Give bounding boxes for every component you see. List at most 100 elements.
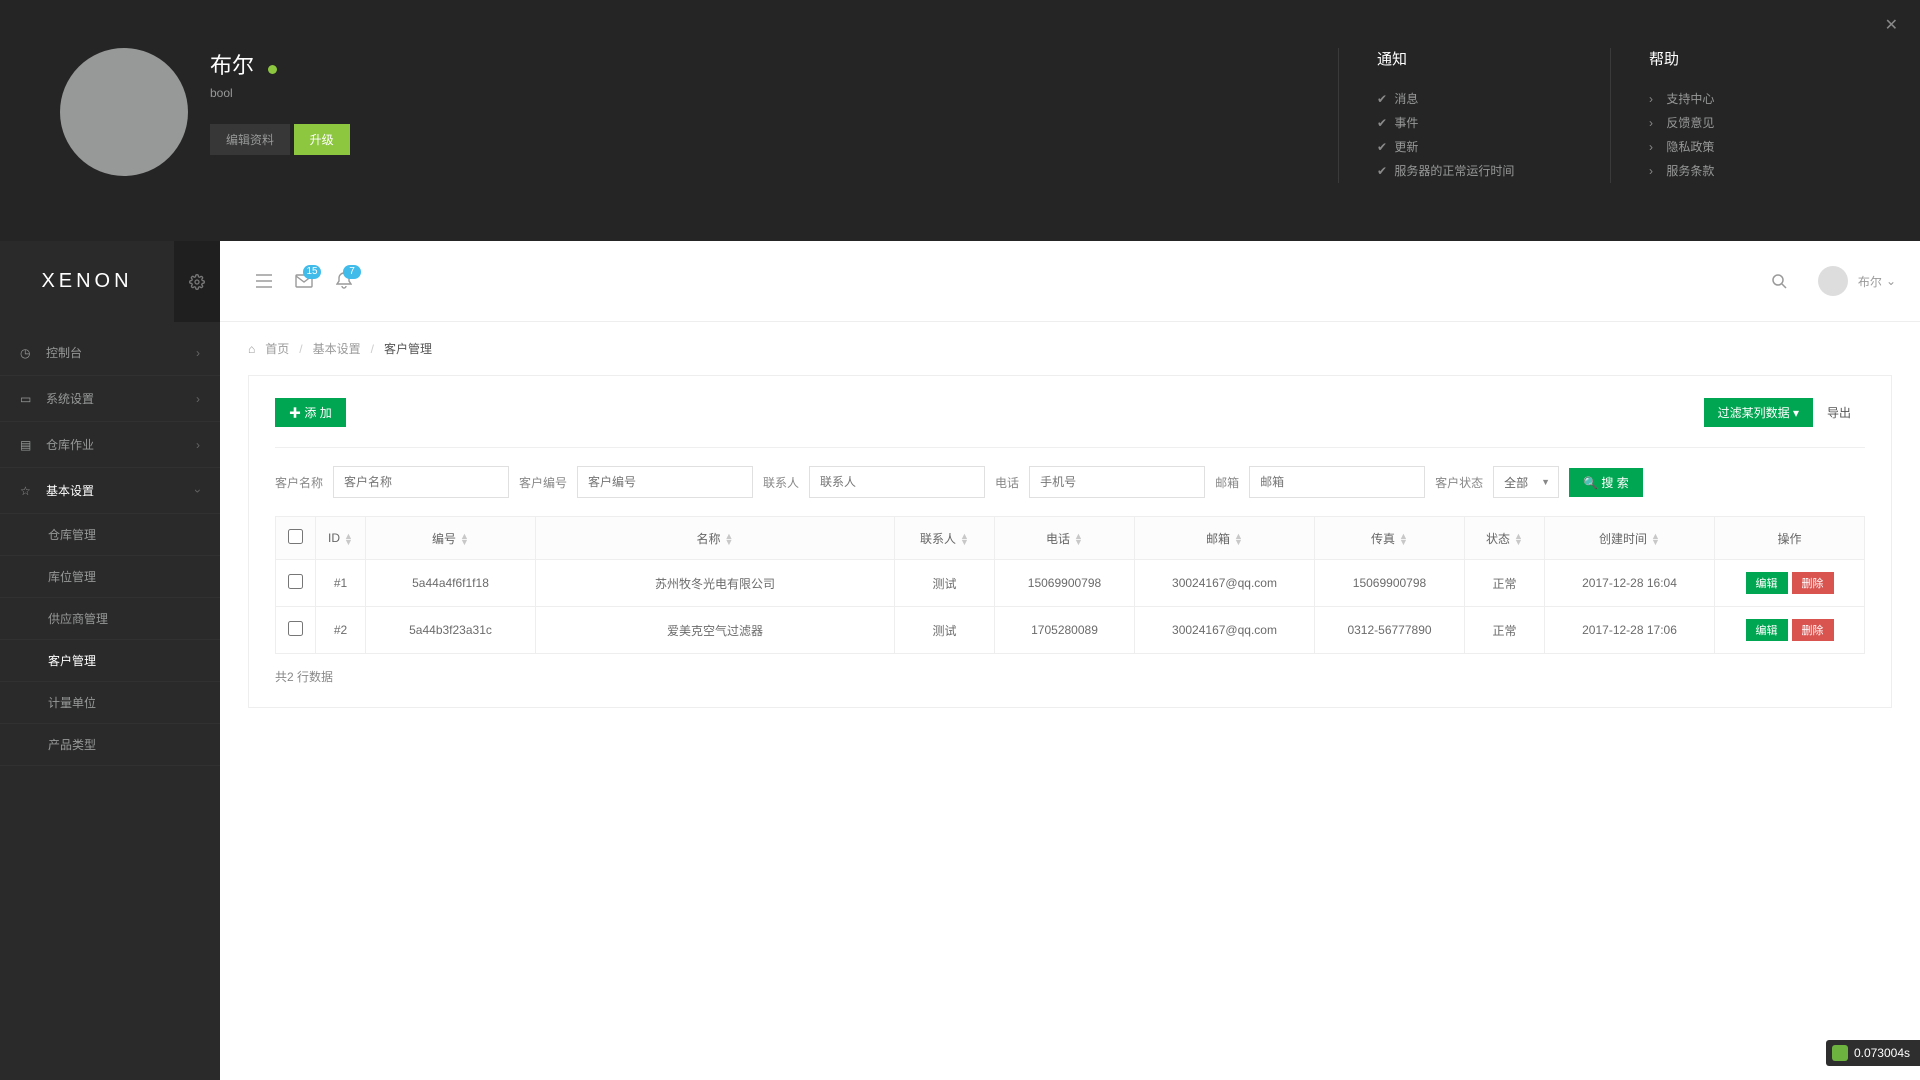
select-all-checkbox[interactable]: [288, 529, 303, 544]
profile-login: bool: [210, 86, 1316, 100]
sidebar-item-system[interactable]: ▭ 系统设置 ›: [0, 376, 220, 422]
search-button[interactable]: 🔍 搜 索: [1569, 468, 1643, 497]
sort-icon[interactable]: ▲▼: [1399, 533, 1408, 545]
crumb-home[interactable]: 首页: [265, 340, 289, 357]
gear-icon[interactable]: [174, 241, 220, 322]
sidebar: XENON ◷ 控制台 › ▭ 系统设置 › ▤ 仓库作业 › ☆: [0, 241, 220, 1080]
sort-icon[interactable]: ▲▼: [1514, 533, 1523, 545]
sidebar-sub-supplier-mgmt[interactable]: 供应商管理: [0, 598, 220, 640]
breadcrumb: ⌂ 首页 / 基本设置 / 客户管理: [220, 322, 1920, 375]
edit-button[interactable]: 编辑: [1746, 619, 1788, 641]
cell-created: 2017-12-28 17:06: [1545, 607, 1715, 654]
close-icon[interactable]: ✕: [1885, 15, 1898, 35]
profile-display-name: 布尔: [210, 53, 254, 78]
avatar-small: [1818, 266, 1848, 296]
profile-panel: ✕ 布尔 bool 编辑资料 升级 通知 ✔ 消息 ✔ 事件 ✔ 更新 ✔ 服务…: [0, 0, 1920, 241]
sort-icon[interactable]: ▲▼: [1234, 533, 1243, 545]
user-menu[interactable]: 布尔 ⌄: [1818, 266, 1896, 296]
help-item[interactable]: › 支持中心: [1649, 87, 1822, 111]
help-item[interactable]: › 隐私政策: [1649, 135, 1822, 159]
filter-email-input[interactable]: [1249, 466, 1425, 498]
monitor-icon: ▭: [20, 392, 46, 406]
brand-logo[interactable]: XENON: [0, 270, 174, 293]
row-checkbox[interactable]: [288, 621, 303, 636]
filter-bar: 客户名称 客户编号 联系人 电话 邮箱 客户状态 全部 🔍 搜 索: [275, 466, 1865, 498]
messages-button[interactable]: 15: [284, 261, 324, 301]
filter-name-input[interactable]: [333, 466, 509, 498]
sidebar-sub-units[interactable]: 计量单位: [0, 682, 220, 724]
caret-down-icon: ▾: [1793, 406, 1799, 420]
menu-toggle-button[interactable]: [244, 261, 284, 301]
home-icon: ⌂: [248, 342, 255, 356]
sidebar-sub-product-type[interactable]: 产品类型: [0, 724, 220, 766]
notifications-badge: 7: [343, 265, 361, 279]
edit-profile-button[interactable]: 编辑资料: [210, 124, 290, 155]
sort-icon[interactable]: ▲▼: [460, 533, 469, 545]
sidebar-item-warehouse[interactable]: ▤ 仓库作业 ›: [0, 422, 220, 468]
delete-button[interactable]: 删除: [1792, 619, 1834, 641]
chevron-right-icon: ›: [196, 438, 200, 452]
filter-contact-input[interactable]: [809, 466, 985, 498]
filter-label-code: 客户编号: [519, 474, 567, 491]
content-panel: ✚ 添 加 过滤某列数据 ▾ 导出 客户名称 客户编号 联系人: [248, 375, 1892, 708]
notify-title: 通知: [1377, 48, 1550, 69]
search-button[interactable]: [1760, 261, 1800, 301]
plus-icon: ✚: [289, 406, 301, 420]
sort-icon[interactable]: ▲▼: [960, 533, 969, 545]
cell-id: #2: [316, 607, 366, 654]
edit-button[interactable]: 编辑: [1746, 572, 1788, 594]
filter-columns-button[interactable]: 过滤某列数据 ▾: [1704, 398, 1813, 427]
chevron-right-icon: ›: [196, 346, 200, 360]
cell-phone: 1705280089: [995, 607, 1135, 654]
status-online-icon: [268, 65, 277, 74]
crumb-basic[interactable]: 基本设置: [313, 340, 361, 357]
sort-icon[interactable]: ▲▼: [725, 533, 734, 545]
leaf-icon: [1832, 1045, 1848, 1061]
filter-label-email: 邮箱: [1215, 474, 1239, 491]
cell-fax: 15069900798: [1315, 560, 1465, 607]
sidebar-item-basic[interactable]: ☆ 基本设置 ›: [0, 468, 220, 514]
filter-phone-input[interactable]: [1029, 466, 1205, 498]
cell-contact: 测试: [895, 607, 995, 654]
cell-code: 5a44b3f23a31c: [366, 607, 536, 654]
sort-icon[interactable]: ▲▼: [1074, 533, 1083, 545]
cell-name: 爱美克空气过滤器: [536, 607, 895, 654]
notify-item[interactable]: ✔ 更新: [1377, 135, 1550, 159]
crumb-current: 客户管理: [384, 340, 432, 357]
notify-item[interactable]: ✔ 事件: [1377, 111, 1550, 135]
table-summary: 共2 行数据: [275, 668, 1865, 685]
cell-contact: 测试: [895, 560, 995, 607]
help-item[interactable]: › 服务条款: [1649, 159, 1822, 183]
sidebar-sub-customer-mgmt[interactable]: 客户管理: [0, 640, 220, 682]
customers-table: ID▲▼ 编号▲▼ 名称▲▼ 联系人▲▼ 电话▲▼ 邮箱▲▼ 传真▲▼ 状态▲▼…: [275, 516, 1865, 654]
table-row: #15a44a4f6f1f18苏州牧冬光电有限公司测试1506990079830…: [276, 560, 1865, 607]
filter-code-input[interactable]: [577, 466, 753, 498]
cell-email: 30024167@qq.com: [1135, 607, 1315, 654]
cell-status: 正常: [1465, 560, 1545, 607]
sidebar-item-console[interactable]: ◷ 控制台 ›: [0, 330, 220, 376]
cell-status: 正常: [1465, 607, 1545, 654]
gauge-icon: ◷: [20, 346, 46, 360]
export-button[interactable]: 导出: [1813, 398, 1865, 427]
add-button[interactable]: ✚ 添 加: [275, 398, 346, 427]
delete-button[interactable]: 删除: [1792, 572, 1834, 594]
sidebar-sub-warehouse-mgmt[interactable]: 仓库管理: [0, 514, 220, 556]
chevron-right-icon: ›: [196, 392, 200, 406]
messages-badge: 15: [303, 265, 321, 279]
sort-icon[interactable]: ▲▼: [344, 533, 353, 545]
notifications-button[interactable]: 7: [324, 261, 364, 301]
sidebar-sub-location-mgmt[interactable]: 库位管理: [0, 556, 220, 598]
cell-created: 2017-12-28 16:04: [1545, 560, 1715, 607]
notify-item[interactable]: ✔ 消息: [1377, 87, 1550, 111]
chevron-down-icon: ›: [191, 489, 205, 493]
sort-icon[interactable]: ▲▼: [1651, 533, 1660, 545]
row-checkbox[interactable]: [288, 574, 303, 589]
cell-name: 苏州牧冬光电有限公司: [536, 560, 895, 607]
help-item[interactable]: › 反馈意见: [1649, 111, 1822, 135]
filter-status-select[interactable]: 全部: [1493, 466, 1559, 498]
upgrade-button[interactable]: 升级: [294, 124, 350, 155]
notify-item[interactable]: ✔ 服务器的正常运行时间: [1377, 159, 1550, 183]
star-icon: ☆: [20, 484, 46, 498]
filter-label-phone: 电话: [995, 474, 1019, 491]
cell-code: 5a44a4f6f1f18: [366, 560, 536, 607]
